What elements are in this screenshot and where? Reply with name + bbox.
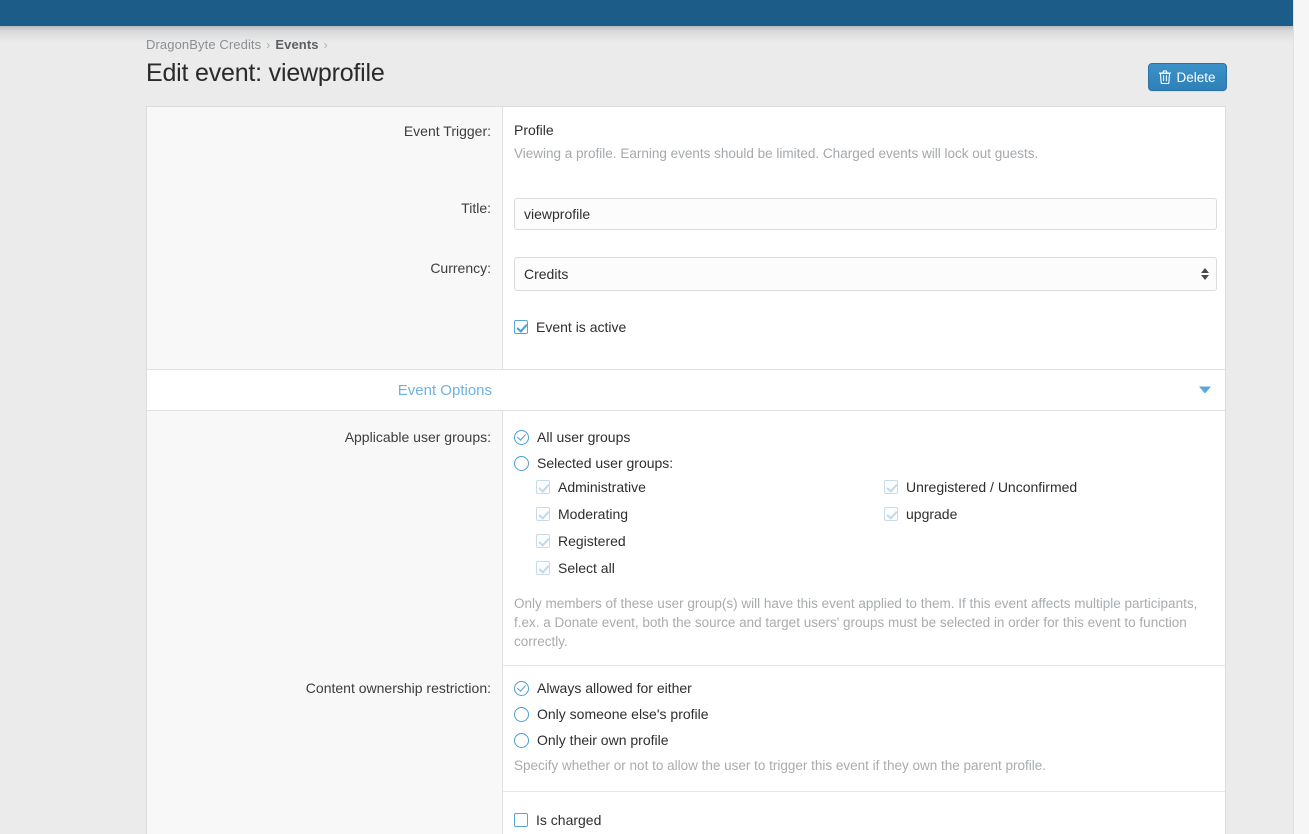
is-charged-label: Is charged (536, 812, 602, 828)
radio-selected-user-groups-control[interactable] (514, 455, 529, 471)
radio-own-profile[interactable]: Only their own profile (514, 730, 1214, 750)
checkbox-upgrade-label: upgrade (906, 506, 958, 522)
radio-someone-else-profile-control[interactable] (514, 706, 529, 722)
user-groups-help-text: Only members of these user group(s) will… (514, 596, 1198, 649)
title-field (503, 177, 1225, 238)
radio-someone-else-profile-label: Only someone else's profile (537, 706, 709, 722)
event-trigger-label: Event Trigger: (147, 107, 503, 177)
field-divider-2 (503, 791, 1225, 792)
checkbox-select-all[interactable]: Select all (536, 558, 862, 578)
currency-label: Currency: (147, 238, 503, 299)
row-is-charged: Is charged The calculated value of this … (147, 792, 1225, 834)
checkbox-select-all-label: Select all (558, 560, 615, 576)
is-charged-spacer-label (147, 792, 503, 834)
radio-always-allowed-control[interactable] (514, 680, 529, 696)
row-currency: Currency: Credits (147, 238, 1225, 299)
checkbox-select-all-control[interactable] (536, 561, 550, 575)
title-label: Title: (147, 177, 503, 238)
event-trigger-description: Viewing a profile. Earning events should… (514, 146, 1039, 161)
breadcrumb-root[interactable]: DragonByte Credits (146, 37, 261, 52)
checkbox-registered-label: Registered (558, 533, 626, 549)
currency-select[interactable]: Credits (514, 257, 1217, 291)
trash-icon (1159, 70, 1172, 85)
checkbox-registered-control[interactable] (536, 534, 550, 548)
event-options-title[interactable]: Event Options (147, 382, 503, 399)
edit-event-panel: Event Trigger: Profile Viewing a profile… (146, 106, 1226, 834)
event-trigger-value: Profile (514, 122, 554, 138)
content-ownership-help-text: Specify whether or not to allow the user… (514, 758, 1047, 773)
radio-selected-user-groups-label: Selected user groups: (537, 455, 674, 471)
browser-top-bar (0, 0, 1309, 26)
applicable-user-groups-label: Applicable user groups: (147, 411, 503, 666)
radio-all-user-groups-label: All user groups (537, 429, 631, 445)
checkbox-administrative-label: Administrative (558, 479, 646, 495)
breadcrumb-separator-icon-2: › (323, 38, 328, 52)
user-groups-column-right: Unregistered / Unconfirmed upgrade (862, 477, 1210, 585)
is-charged-row[interactable]: Is charged (514, 810, 1214, 830)
event-active-field: Event is active (503, 299, 1225, 369)
checkbox-unregistered-label: Unregistered / Unconfirmed (906, 479, 1078, 495)
title-input[interactable] (514, 198, 1217, 230)
checkbox-moderating-label: Moderating (558, 506, 629, 522)
event-trigger-field: Profile Viewing a profile. Earning event… (503, 107, 1225, 177)
select-updown-icon (1201, 268, 1209, 280)
currency-field: Credits (503, 238, 1225, 299)
is-charged-checkbox[interactable] (514, 813, 528, 827)
page-body: DragonByte Credits › Events › Edit event: v… (0, 37, 1309, 834)
content-ownership-field: Always allowed for either Only someone e… (503, 666, 1225, 792)
breadcrumb-separator-icon: › (266, 38, 271, 52)
event-active-row[interactable]: Event is active (514, 317, 1214, 337)
page-title: Edit event: viewprofile (146, 59, 385, 87)
currency-selected-value: Credits (524, 266, 569, 282)
user-groups-column-left: Administrative Moderating Registered Sel… (514, 477, 862, 585)
content-ownership-label: Content ownership restriction: (147, 666, 503, 792)
row-content-ownership: Content ownership restriction: Always al… (147, 666, 1225, 792)
row-title: Title: (147, 177, 1225, 238)
checkbox-moderating-control[interactable] (536, 507, 550, 521)
event-active-checkbox[interactable] (514, 320, 528, 334)
radio-all-user-groups[interactable]: All user groups (514, 427, 1214, 447)
radio-own-profile-label: Only their own profile (537, 732, 669, 748)
radio-all-user-groups-control[interactable] (514, 429, 529, 445)
checkbox-administrative-control[interactable] (536, 480, 550, 494)
breadcrumb-events[interactable]: Events (275, 37, 318, 52)
radio-selected-user-groups[interactable]: Selected user groups: (514, 453, 1214, 473)
checkbox-unregistered[interactable]: Unregistered / Unconfirmed (884, 477, 1210, 497)
event-options-header[interactable]: Event Options (147, 369, 1225, 411)
applicable-user-groups-field: All user groups Selected user groups: Ad… (503, 411, 1225, 666)
delete-button-label: Delete (1176, 69, 1216, 85)
is-charged-field: Is charged The calculated value of this … (503, 796, 1225, 834)
radio-own-profile-control[interactable] (514, 732, 529, 748)
breadcrumb: DragonByte Credits › Events › (146, 37, 333, 52)
chevron-down-icon[interactable] (1199, 386, 1211, 394)
radio-always-allowed-label: Always allowed for either (537, 680, 692, 696)
checkbox-registered[interactable]: Registered (536, 531, 862, 551)
checkbox-unregistered-control[interactable] (884, 480, 898, 494)
currency-select-wrap: Credits (514, 257, 1217, 291)
row-applicable-user-groups: Applicable user groups: All user groups … (147, 411, 1225, 666)
page-scrollbar[interactable] (1293, 0, 1309, 834)
checkbox-upgrade-control[interactable] (884, 507, 898, 521)
user-groups-columns: Administrative Moderating Registered Sel… (514, 477, 1214, 585)
row-event-trigger: Event Trigger: Profile Viewing a profile… (147, 107, 1225, 177)
checkbox-upgrade[interactable]: upgrade (884, 504, 1210, 524)
checkbox-moderating[interactable]: Moderating (536, 504, 862, 524)
radio-someone-else-profile[interactable]: Only someone else's profile (514, 704, 1214, 724)
radio-always-allowed[interactable]: Always allowed for either (514, 678, 1214, 698)
event-active-spacer-label (147, 299, 503, 369)
delete-button[interactable]: Delete (1148, 63, 1227, 91)
event-active-label: Event is active (536, 319, 627, 335)
checkbox-administrative[interactable]: Administrative (536, 477, 862, 497)
row-event-active: Event is active (147, 299, 1225, 369)
